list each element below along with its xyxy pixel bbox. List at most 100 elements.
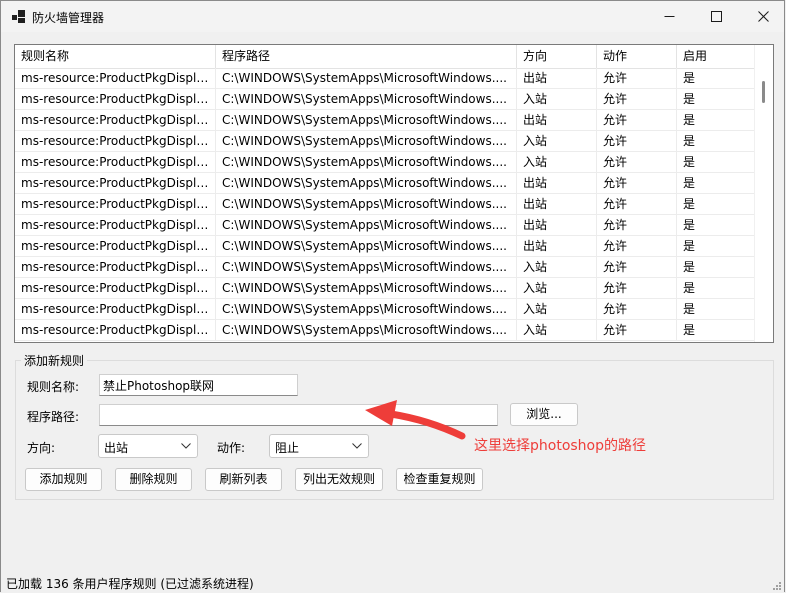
direction-cell: 入站	[517, 278, 597, 298]
table-row[interactable]: ms-resource:ProductPkgDispla... C:\WINDOW…	[15, 299, 755, 320]
enabled-cell: 是	[677, 131, 755, 151]
annotation-text: 这里选择photoshop的路径	[474, 438, 646, 454]
rule-name-cell: ms-resource:ProductPkgDispla...	[15, 320, 216, 340]
program-path-cell: C:\WINDOWS\SystemApps\MicrosoftWindows..…	[216, 236, 517, 256]
rule-name-cell: ms-resource:ProductPkgDispla...	[15, 68, 216, 88]
action-cell: 允许	[597, 110, 677, 130]
enabled-cell: 是	[677, 299, 755, 319]
vertical-scrollbar[interactable]	[754, 45, 773, 342]
direction-cell: 入站	[517, 320, 597, 340]
enabled-cell: 是	[677, 278, 755, 298]
table-row[interactable]: ms-resource:ProductPkgDispla... C:\WINDOW…	[15, 215, 755, 236]
program-path-cell: C:\WINDOWS\SystemApps\MicrosoftWindows..…	[216, 257, 517, 277]
column-header-enabled[interactable]: 启用	[677, 45, 755, 68]
direction-cell: 入站	[517, 89, 597, 109]
rule-name-cell: ms-resource:ProductPkgDispla...	[15, 257, 216, 277]
direction-cell: 出站	[517, 173, 597, 193]
status-text: 已加载 136 条用户程序规则 (已过滤系统进程)	[6, 577, 254, 591]
browse-button[interactable]: 浏览...	[510, 403, 578, 426]
arrow-icon	[365, 400, 466, 440]
delete-rule-button[interactable]: 删除规则	[115, 468, 192, 491]
action-cell: 允许	[597, 173, 677, 193]
table-row[interactable]: ms-resource:ProductPkgDispla... C:\WINDOW…	[15, 173, 755, 194]
action-select[interactable]: 阻止	[269, 434, 369, 458]
table-row[interactable]: ms-resource:ProductPkgDispla... C:\WINDOW…	[15, 320, 755, 341]
program-path-cell: C:\WINDOWS\SystemApps\MicrosoftWindows..…	[216, 173, 517, 193]
table-row[interactable]: ms-resource:ProductPkgDispla... C:\WINDOW…	[15, 278, 755, 299]
minimize-button[interactable]	[646, 1, 692, 32]
enabled-cell: 是	[677, 173, 755, 193]
program-path-cell: C:\WINDOWS\SystemApps\MicrosoftWindows..…	[216, 89, 517, 109]
rule-name-cell: ms-resource:ProductPkgDispla...	[15, 236, 216, 256]
action-cell: 允许	[597, 299, 677, 319]
direction-cell: 入站	[517, 257, 597, 277]
rule-name-label: 规则名称:	[27, 380, 80, 394]
enabled-cell: 是	[677, 257, 755, 277]
enabled-cell: 是	[677, 89, 755, 109]
enabled-cell: 是	[677, 236, 755, 256]
direction-cell: 出站	[517, 215, 597, 235]
rule-name-cell: ms-resource:ProductPkgDispla...	[15, 194, 216, 214]
chevron-down-icon	[181, 443, 191, 449]
action-cell: 允许	[597, 257, 677, 277]
enabled-cell: 是	[677, 194, 755, 214]
status-bar: 已加载 136 条用户程序规则 (已过滤系统进程)	[1, 572, 784, 593]
table-row[interactable]: ms-resource:ProductPkgDispla... C:\WINDOW…	[15, 152, 755, 173]
scrollbar-thumb[interactable]	[762, 81, 765, 103]
rule-name-cell: ms-resource:ProductPkgDispla...	[15, 110, 216, 130]
grid-header: 规则名称 程序路径 方向 动作 启用	[15, 45, 755, 69]
rule-name-cell: ms-resource:ProductPkgDispla...	[15, 152, 216, 172]
table-row[interactable]: ms-resource:ProductPkgDispla... C:\WINDOW…	[15, 236, 755, 257]
action-cell: 允许	[597, 131, 677, 151]
action-cell: 允许	[597, 236, 677, 256]
add-rule-button[interactable]: 添加规则	[25, 468, 102, 491]
list-invalid-rules-button[interactable]: 列出无效规则	[295, 468, 383, 491]
refresh-list-button[interactable]: 刷新列表	[205, 468, 282, 491]
resize-grip-icon[interactable]	[772, 581, 782, 591]
table-row[interactable]: ms-resource:ProductPkgDispla... C:\WINDOW…	[15, 68, 755, 89]
table-row[interactable]: ms-resource:ProductPkgDispla... C:\WINDOW…	[15, 110, 755, 131]
close-icon	[757, 11, 769, 22]
column-header-rule-name[interactable]: 规则名称	[15, 45, 216, 68]
maximize-button[interactable]	[693, 1, 739, 32]
direction-cell: 出站	[517, 194, 597, 214]
title-bar[interactable]: 防火墙管理器	[1, 1, 784, 32]
direction-cell: 入站	[517, 299, 597, 319]
rule-name-cell: ms-resource:ProductPkgDispla...	[15, 278, 216, 298]
action-cell: 允许	[597, 278, 677, 298]
table-row[interactable]: ms-resource:ProductPkgDispla... C:\WINDOW…	[15, 257, 755, 278]
app-icon	[12, 10, 25, 23]
table-row[interactable]: ms-resource:ProductPkgDispla... C:\WINDOW…	[15, 194, 755, 215]
check-duplicate-rules-button[interactable]: 检查重复规则	[396, 468, 483, 491]
action-label: 动作:	[217, 441, 246, 455]
column-header-program-path[interactable]: 程序路径	[216, 45, 517, 68]
direction-label: 方向:	[27, 441, 56, 455]
enabled-cell: 是	[677, 152, 755, 172]
rule-name-cell: ms-resource:ProductPkgDispla...	[15, 215, 216, 235]
enabled-cell: 是	[677, 320, 755, 340]
direction-selected-value: 出站	[104, 441, 129, 455]
column-header-action[interactable]: 动作	[597, 45, 677, 68]
action-cell: 允许	[597, 320, 677, 340]
firewall-manager-window: 防火墙管理器 规则名称 程序路径 方向 动作 启用 ms-resource:Pr…	[0, 0, 785, 593]
action-cell: 允许	[597, 194, 677, 214]
action-selected-value: 阻止	[275, 441, 300, 455]
table-row[interactable]: ms-resource:ProductPkgDispla... C:\WINDOW…	[15, 89, 755, 110]
program-path-cell: C:\WINDOWS\SystemApps\MicrosoftWindows..…	[216, 68, 517, 88]
rule-name-input[interactable]: 禁止Photoshop联网	[99, 374, 298, 396]
table-row[interactable]: ms-resource:ProductPkgDispla... C:\WINDOW…	[15, 131, 755, 152]
enabled-cell: 是	[677, 110, 755, 130]
direction-select[interactable]: 出站	[98, 434, 198, 458]
column-header-direction[interactable]: 方向	[517, 45, 597, 68]
rules-grid[interactable]: 规则名称 程序路径 方向 动作 启用 ms-resource:ProductPk…	[14, 44, 774, 343]
maximize-icon	[710, 11, 722, 22]
direction-cell: 出站	[517, 110, 597, 130]
rule-name-cell: ms-resource:ProductPkgDispla...	[15, 299, 216, 319]
action-cell: 允许	[597, 68, 677, 88]
program-path-cell: C:\WINDOWS\SystemApps\MicrosoftWindows..…	[216, 194, 517, 214]
program-path-label: 程序路径:	[27, 410, 80, 424]
close-button[interactable]	[740, 1, 786, 32]
action-cell: 允许	[597, 89, 677, 109]
program-path-cell: C:\WINDOWS\SystemApps\MicrosoftWindows..…	[216, 215, 517, 235]
rule-name-cell: ms-resource:ProductPkgDispla...	[15, 131, 216, 151]
